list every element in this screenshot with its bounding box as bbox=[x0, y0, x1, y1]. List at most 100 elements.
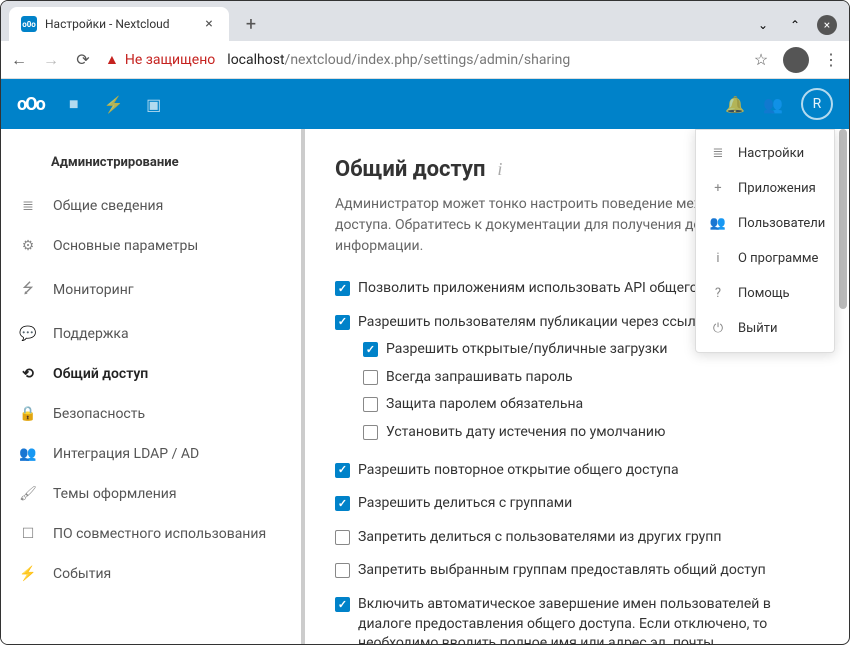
checkbox[interactable] bbox=[335, 530, 350, 545]
sidebar-item-2[interactable]: ⭍Мониторинг bbox=[1, 266, 301, 314]
lock-icon: 🔒 bbox=[19, 406, 37, 422]
option-label: Разрешить делиться с группами bbox=[358, 494, 572, 514]
new-tab-button[interactable]: + bbox=[237, 10, 265, 38]
checkbox[interactable] bbox=[363, 425, 378, 440]
sharing-option-5[interactable]: Установить дату истечения по умолчанию bbox=[363, 423, 819, 443]
checkbox[interactable] bbox=[363, 342, 378, 357]
chat-icon: 💬 bbox=[19, 326, 37, 342]
security-label: Не защищено bbox=[125, 52, 215, 68]
contacts-icon[interactable]: 👥 bbox=[763, 94, 783, 114]
option-label: Запретить делиться с пользователями из д… bbox=[358, 528, 721, 548]
sidebar-item-0[interactable]: ≣Общие сведения bbox=[1, 186, 301, 226]
option-label: Запретить выбранным группам предоставлят… bbox=[358, 561, 766, 581]
nextcloud-header: oOo ■ ⚡ ▣ 🔔 👥 R bbox=[1, 79, 849, 129]
user-menu-label: О программе bbox=[738, 251, 818, 266]
sharing-option-4[interactable]: Защита паролем обязательна bbox=[363, 395, 819, 415]
close-tab-icon[interactable]: × bbox=[201, 16, 217, 32]
info-icon[interactable]: i bbox=[497, 159, 502, 180]
admin-sidebar: Администрирование ≣Общие сведения⚙Основн… bbox=[1, 129, 301, 644]
user-menu-item-2[interactable]: 👥Пользователи bbox=[696, 206, 834, 241]
sidebar-item-8[interactable]: ☐ПО совместного использования bbox=[1, 514, 301, 554]
sharing-option-6[interactable]: Разрешить повторное открытие общего дост… bbox=[335, 461, 819, 481]
option-label: Всегда запрашивать пароль bbox=[386, 368, 573, 388]
page-title-text: Общий доступ bbox=[335, 157, 485, 182]
close-window-icon[interactable]: × bbox=[817, 15, 837, 35]
sharing-option-10[interactable]: Включить автоматическое завершение имен … bbox=[335, 595, 819, 644]
plus-icon: + bbox=[710, 181, 726, 196]
users-icon: 👥 bbox=[19, 446, 37, 462]
user-menu-label: Выйти bbox=[738, 321, 777, 336]
checkbox[interactable] bbox=[335, 281, 350, 296]
sidebar-item-label: Основные параметры bbox=[53, 238, 198, 254]
warning-icon: ▲ bbox=[105, 51, 119, 68]
option-label: Защита паролем обязательна bbox=[386, 395, 583, 415]
sidebar-item-1[interactable]: ⚙ Основные параметры bbox=[1, 226, 301, 266]
checkbox[interactable] bbox=[335, 563, 350, 578]
sidebar-item-6[interactable]: 👥 Интеграция LDAP / AD bbox=[1, 434, 301, 474]
user-menu-item-5[interactable]: ⏻Выйти bbox=[696, 311, 834, 346]
sidebar-item-7[interactable]: 🖌 Темы оформления bbox=[1, 474, 301, 514]
gear-icon: ⚙ bbox=[19, 238, 37, 254]
sidebar-item-3[interactable]: 💬 Поддержка bbox=[1, 314, 301, 354]
sidebar-item-label: Безопасность bbox=[53, 406, 145, 422]
sidebar-item-label: Мониторинг bbox=[53, 282, 134, 298]
sidebar-item-5[interactable]: 🔒 Безопасность bbox=[1, 394, 301, 434]
reload-icon[interactable]: ⟳ bbox=[73, 50, 93, 70]
sidebar-item-4[interactable]: ⟲Общий доступ bbox=[1, 354, 301, 394]
star-icon[interactable]: ☆ bbox=[751, 50, 771, 70]
content-scrollbar[interactable] bbox=[839, 129, 847, 309]
window-controls: ⌄ ⌃ × bbox=[753, 15, 849, 41]
back-icon[interactable]: ← bbox=[9, 50, 29, 70]
brush-icon: 🖌 bbox=[19, 486, 37, 502]
browser-profile-icon[interactable] bbox=[783, 47, 809, 73]
sharing-option-9[interactable]: Запретить выбранным группам предоставлят… bbox=[335, 561, 819, 581]
user-menu-item-0[interactable]: ≣ Настройки bbox=[696, 136, 834, 171]
sidebar-item-9[interactable]: ⚡ События bbox=[1, 554, 301, 594]
sharing-option-7[interactable]: Разрешить делиться с группами bbox=[335, 494, 819, 514]
user-menu-item-3[interactable]: i О программе bbox=[696, 241, 834, 276]
list-icon: ≣ bbox=[19, 198, 37, 214]
option-label: Включить автоматическое завершение имен … bbox=[358, 595, 819, 644]
user-menu-label: Приложения bbox=[738, 181, 816, 196]
browser-menu-icon[interactable]: ⋮ bbox=[821, 50, 841, 70]
checkbox[interactable] bbox=[335, 597, 350, 612]
checkbox[interactable] bbox=[363, 397, 378, 412]
checkbox[interactable] bbox=[363, 370, 378, 385]
nextcloud-logo[interactable]: oOo bbox=[17, 94, 44, 115]
checkbox[interactable] bbox=[335, 496, 350, 511]
option-label: Разрешить повторное открытие общего дост… bbox=[358, 461, 679, 481]
gallery-icon[interactable]: ▣ bbox=[144, 94, 164, 114]
sidebar-item-label: Поддержка bbox=[53, 326, 129, 342]
address-bar: ← → ⟳ ▲ Не защищено localhost/nextcloud/… bbox=[1, 41, 849, 79]
user-menu-label: Настройки bbox=[738, 146, 804, 161]
user-menu-label: Пользователи bbox=[738, 216, 825, 231]
activity-icon[interactable]: ⚡ bbox=[104, 94, 124, 114]
url-display[interactable]: localhost/nextcloud/index.php/settings/a… bbox=[227, 52, 739, 68]
checkbox[interactable] bbox=[335, 463, 350, 478]
sidebar-item-label: Интеграция LDAP / AD bbox=[53, 446, 199, 462]
box-icon: ☐ bbox=[19, 526, 37, 542]
share-icon: ⟲ bbox=[19, 366, 37, 382]
notifications-icon[interactable]: 🔔 bbox=[725, 94, 745, 114]
checkbox[interactable] bbox=[335, 315, 350, 330]
user-menu-item-4[interactable]: ?Помощь bbox=[696, 276, 834, 311]
list-icon: ≣ bbox=[710, 146, 726, 161]
files-icon[interactable]: ■ bbox=[64, 94, 84, 114]
option-label: Разрешить пользователям публикации через… bbox=[358, 313, 711, 333]
user-menu-item-1[interactable]: + Приложения bbox=[696, 171, 834, 206]
url-path: /nextcloud/index.php/settings/admin/shar… bbox=[285, 52, 571, 68]
browser-tab[interactable]: o0o Настройки - Nextcloud × bbox=[9, 7, 229, 41]
bolt-icon: ⚡ bbox=[19, 566, 37, 582]
maximize-icon[interactable]: ⌃ bbox=[785, 15, 805, 35]
browser-tab-bar: o0o Настройки - Nextcloud × + ⌄ ⌃ × bbox=[1, 1, 849, 41]
sharing-option-8[interactable]: Запретить делиться с пользователями из д… bbox=[335, 528, 819, 548]
tab-title: Настройки - Nextcloud bbox=[45, 17, 193, 31]
forward-icon[interactable]: → bbox=[41, 50, 61, 70]
sharing-option-3[interactable]: Всегда запрашивать пароль bbox=[363, 368, 819, 388]
security-indicator[interactable]: ▲ Не защищено bbox=[105, 51, 215, 68]
user-avatar[interactable]: R bbox=[801, 88, 833, 120]
sidebar-item-label: Темы оформления bbox=[53, 486, 177, 502]
minimize-icon[interactable]: ⌄ bbox=[753, 15, 773, 35]
info-icon: i bbox=[710, 251, 726, 266]
sidebar-item-label: События bbox=[53, 566, 111, 582]
